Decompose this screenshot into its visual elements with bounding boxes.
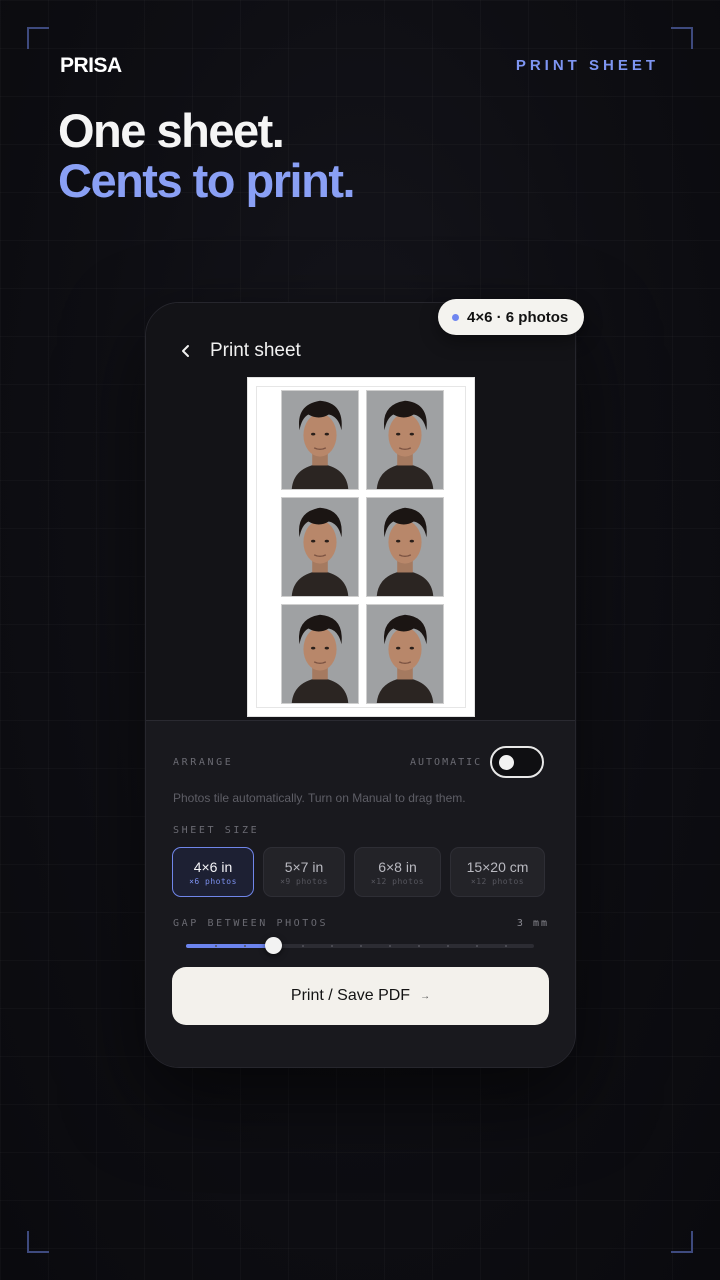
status-dot-icon	[452, 313, 459, 321]
slider-thumb[interactable]	[265, 937, 282, 954]
gap-label: GAP BETWEEN PHOTOS	[173, 918, 329, 929]
slider-fill	[186, 944, 273, 948]
corner-mark-top-right	[671, 27, 693, 49]
slider-tick	[418, 945, 420, 947]
back-button[interactable]	[176, 339, 196, 363]
sheet-size-15x20cm[interactable]: 15×20 cm ×12 photos	[450, 847, 545, 897]
corner-mark-top-left	[27, 27, 49, 49]
size-option-title: 4×6 in	[193, 858, 233, 875]
settings-panel: ARRANGE AUTOMATIC Photos tile automatica…	[146, 721, 575, 1067]
corner-mark-bottom-left	[27, 1231, 49, 1253]
slider-tick	[302, 945, 304, 947]
sheet-photo	[366, 497, 444, 597]
preview-area: Print sheet	[146, 303, 575, 721]
arrow-right-icon: →	[420, 990, 431, 1002]
slider-tick	[389, 945, 391, 947]
sheet-size-label: SHEET SIZE	[173, 825, 260, 836]
corner-mark-bottom-right	[671, 1231, 693, 1253]
sheet-photo	[366, 604, 444, 704]
size-option-sub: ×9 photos	[280, 876, 328, 886]
gap-value: 3 mm	[516, 918, 549, 929]
hero-line-1: One sheet.	[58, 104, 285, 157]
size-option-title: 15×20 cm	[466, 858, 529, 875]
slider-tick	[447, 945, 449, 947]
size-option-sub: ×12 photos	[370, 876, 425, 886]
print-save-pdf-button[interactable]: Print / Save PDF →	[172, 967, 549, 1025]
sheet-summary-badge: 4×6 · 6 photos	[438, 299, 585, 335]
hero-headline: One sheet. Cents to print.	[58, 104, 356, 207]
sheet-size-4x6[interactable]: 4×6 in ×6 photos	[172, 847, 254, 897]
chevron-left-icon	[182, 345, 189, 357]
slider-tick	[360, 945, 362, 947]
size-option-title: 5×7 in	[284, 858, 324, 875]
gap-slider[interactable]	[186, 937, 534, 955]
sheet-margin-guide	[256, 386, 466, 708]
size-option-sub: ×6 photos	[189, 876, 237, 886]
arrange-label: ARRANGE	[173, 757, 234, 768]
hero-line-2: Cents to print.	[58, 154, 356, 207]
badge-label: 4×6 · 6 photos	[467, 308, 569, 326]
photo-grid	[281, 390, 444, 704]
sheet-photo	[281, 604, 359, 704]
arrange-help-text: Photos tile automatically. Turn on Manua…	[173, 791, 466, 805]
manual-arrange-toggle[interactable]	[490, 746, 544, 778]
slider-tick	[215, 945, 217, 947]
phone-mockup: Print sheet ARRANGE AUTOMATIC Photos til…	[145, 302, 576, 1068]
sheet-photo	[281, 497, 359, 597]
cta-label: Print / Save PDF	[290, 987, 411, 1004]
sheet-size-5x7[interactable]: 5×7 in ×9 photos	[263, 847, 345, 897]
arrange-mode-label: AUTOMATIC	[410, 757, 483, 768]
toggle-knob	[499, 755, 514, 770]
slider-tick	[331, 945, 333, 947]
size-option-title: 6×8 in	[378, 858, 417, 875]
sheet-photo	[366, 390, 444, 490]
screen-title: Print sheet	[210, 340, 301, 361]
section-tag: PRINT SHEET	[515, 57, 659, 74]
sheet-size-6x8[interactable]: 6×8 in ×12 photos	[354, 847, 441, 897]
sheet-photo	[281, 390, 359, 490]
size-option-sub: ×12 photos	[470, 876, 525, 886]
slider-tick	[244, 945, 246, 947]
slider-tick	[505, 945, 507, 947]
brand-logo: PRISA	[60, 54, 122, 77]
sheet-size-options: 4×6 in ×6 photos 5×7 in ×9 photos 6×8 in…	[172, 847, 545, 897]
slider-tick	[476, 945, 478, 947]
print-sheet-preview	[247, 377, 475, 717]
